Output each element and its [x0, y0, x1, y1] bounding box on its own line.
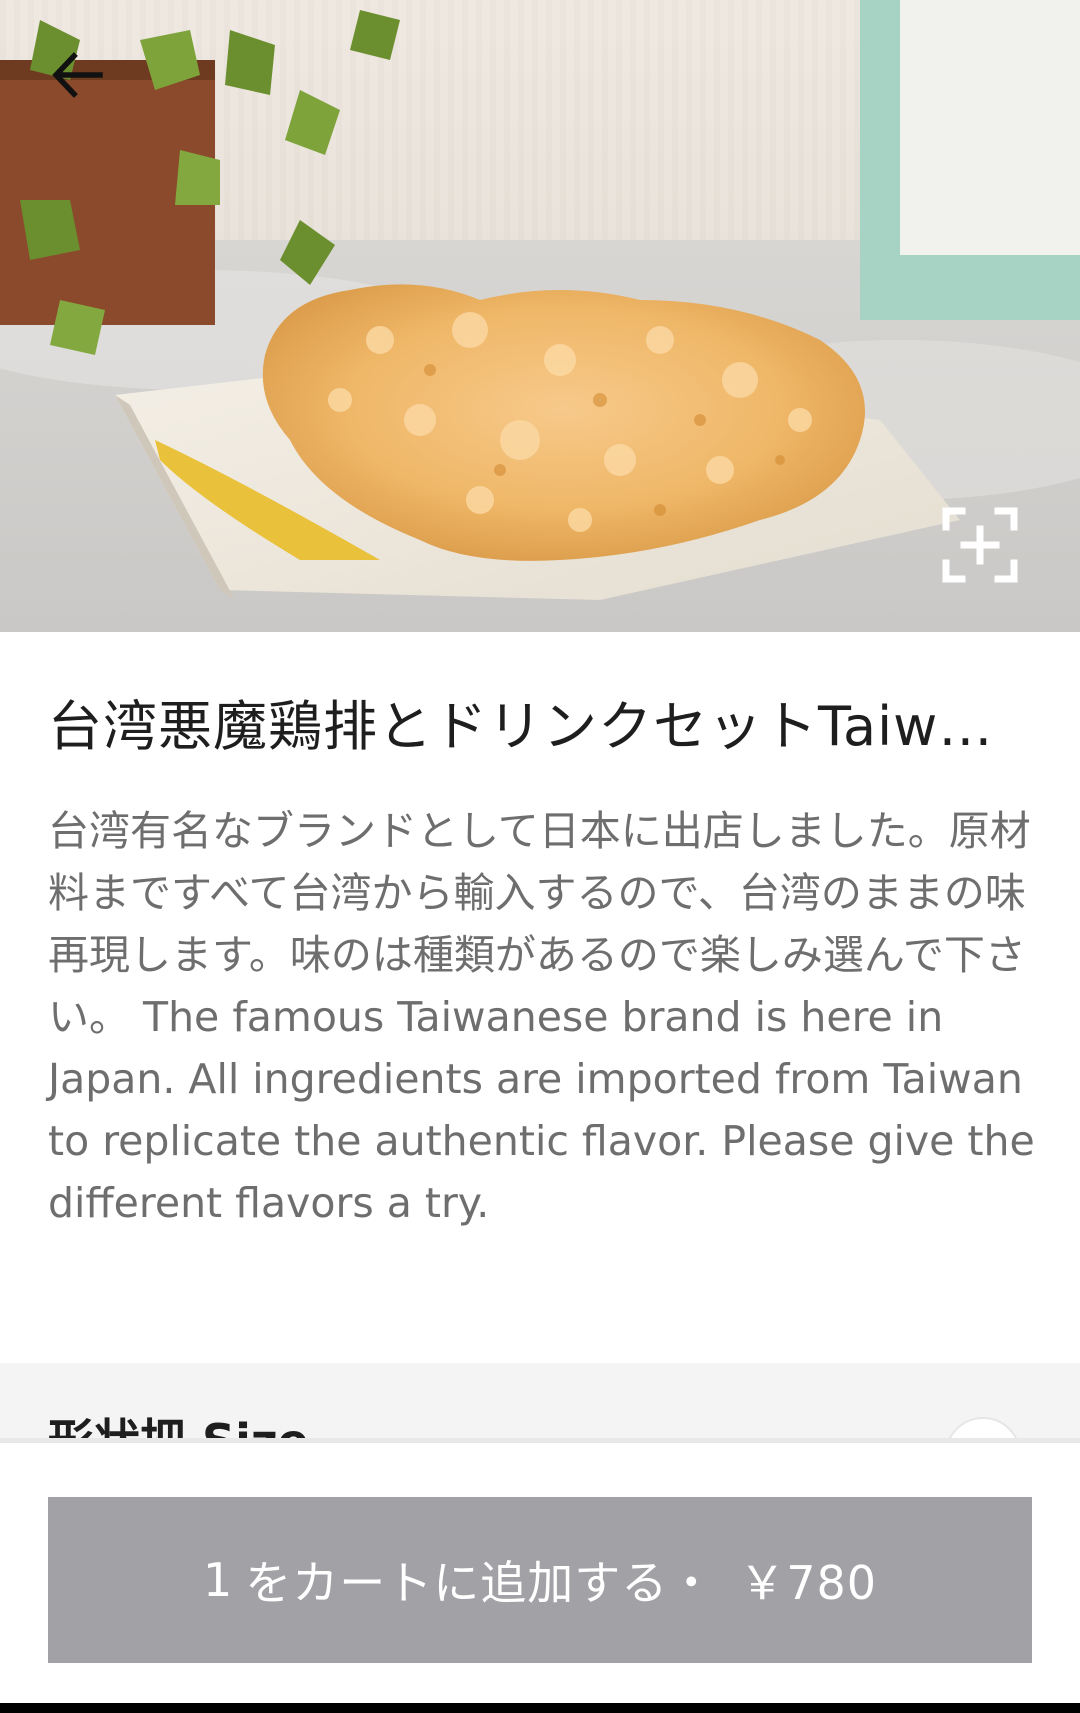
expand-icon [942, 507, 1018, 583]
product-detail-screen: 台湾悪魔鶏排とドリンクセットTaiwanese Devil Chicken St… [0, 0, 1080, 1713]
cart-label: をカートに追加する・ [245, 1556, 716, 1610]
add-to-cart-button[interactable]: 1 をカートに追加する・ ￥780 [48, 1497, 1032, 1663]
size-option-section[interactable]: 形状把 Size [0, 1363, 1080, 1443]
product-title: 台湾悪魔鶏排とドリンクセットTaiwanese Devil Chicken St… [48, 695, 1008, 758]
cart-price: ￥780 [739, 1556, 878, 1610]
system-nav-strip [0, 1703, 1080, 1713]
fried-chicken-photo [0, 0, 1080, 632]
expand-image-button[interactable] [940, 505, 1020, 585]
product-photo [0, 0, 1080, 632]
product-description: 台湾有名なブランドとして日本に出店しました。原材料まですべて台湾から輸入するので… [48, 807, 1035, 1227]
arrow-left-icon [52, 52, 103, 98]
bottom-action-bar: 1 をカートに追加する・ ￥780 [0, 1438, 1080, 1703]
back-button[interactable] [50, 52, 120, 122]
cart-quantity: 1 [202, 1553, 234, 1607]
product-info: 台湾悪魔鶏排とドリンクセットTaiwanese Devil Chicken St… [0, 632, 1080, 1362]
